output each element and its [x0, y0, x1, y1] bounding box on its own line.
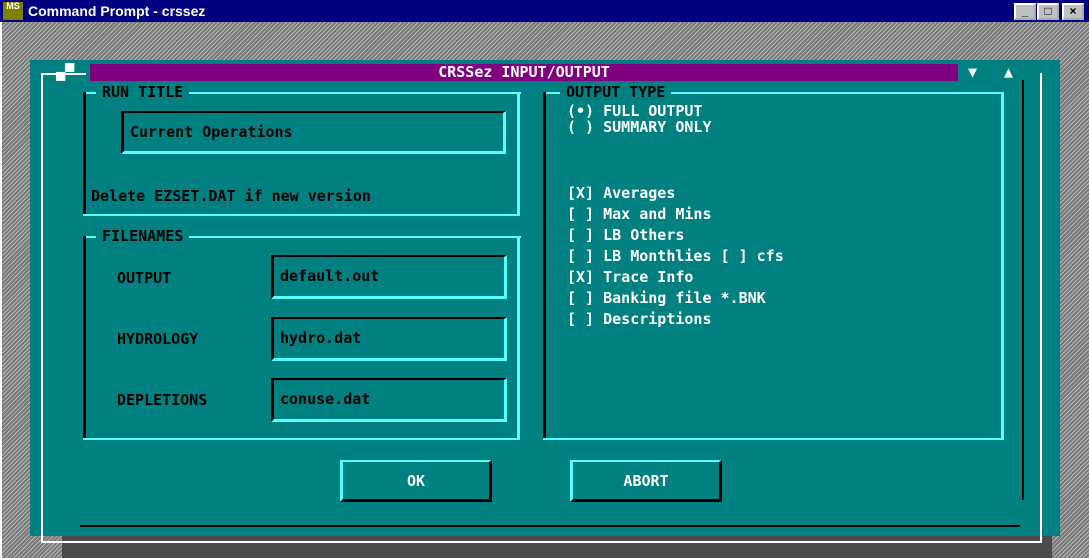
check-lb-others-box[interactable]: [ ] [567, 226, 594, 244]
check-max-and-mins-label: Max and Mins [603, 205, 712, 223]
dialog-frame [41, 541, 1041, 543]
dialog-scroll-track [80, 525, 1020, 527]
check-averages[interactable]: [X] Averages [567, 185, 675, 201]
check-trace-info[interactable]: [X] Trace Info [567, 269, 693, 285]
abort-button[interactable]: ABORT [570, 460, 722, 502]
output-type-group-border [543, 438, 1004, 440]
radio-summary-only-label: SUMMARY ONLY [603, 118, 712, 136]
dialog-frame [1040, 73, 1042, 543]
output-file-label: OUTPUT [117, 269, 172, 287]
check-descriptions-label: Descriptions [603, 310, 712, 328]
check-cfs[interactable]: [ ] cfs [721, 247, 784, 265]
restore-button[interactable]: □ [1037, 3, 1059, 20]
check-descriptions-box[interactable]: [ ] [567, 310, 594, 328]
check-trace-info-box[interactable]: [X] [567, 268, 594, 286]
run-title-label: RUN TITLE [96, 84, 190, 101]
check-banking-file[interactable]: [ ] Banking file *.BNK [567, 290, 766, 306]
ok-button[interactable]: OK [340, 460, 492, 502]
output-type-group-border [543, 92, 546, 440]
check-lb-monthlies[interactable]: [ ] LB Monthlies [ ] cfs [567, 248, 784, 264]
run-title-group-border [83, 214, 520, 216]
dialog-scroll-track [1022, 80, 1024, 500]
check-max-and-mins[interactable]: [ ] Max and Mins [567, 206, 712, 222]
check-averages-label: Averages [603, 184, 676, 202]
hydrology-file-label: HYDROLOGY [117, 330, 199, 348]
run-title-group-border [517, 92, 520, 216]
radio-full-output[interactable]: (•) FULL OUTPUT [567, 103, 702, 119]
check-lb-monthlies-label: LB Monthlies [603, 247, 712, 265]
window-title: Command Prompt - crssez [28, 3, 206, 19]
dialog-frame [41, 73, 43, 543]
run-title-group-border [83, 92, 86, 216]
dialog-shadow [62, 536, 1052, 558]
run-title-input[interactable]: Current Operations [121, 111, 506, 154]
check-lb-others[interactable]: [ ] LB Others [567, 227, 684, 243]
check-trace-info-label: Trace Info [603, 268, 694, 286]
minimize-button[interactable]: _ [1014, 3, 1036, 20]
hydrology-file-input[interactable]: hydro.dat [271, 317, 507, 361]
check-banking-file-box[interactable]: [ ] [567, 289, 594, 307]
output-type-label: OUTPUT TYPE [560, 84, 672, 101]
dialog-maximize-control[interactable]: ▲ [1004, 64, 1013, 81]
run-title-hint: Delete EZSET.DAT if new version [91, 187, 371, 205]
depletions-file-input[interactable]: conuse.dat [271, 378, 507, 422]
check-averages-box[interactable]: [X] [567, 184, 594, 202]
filenames-label: FILENAMES [96, 228, 190, 245]
check-lb-monthlies-box[interactable]: [ ] [567, 247, 594, 265]
filenames-group-border [83, 236, 86, 440]
dialog-minimize-control[interactable]: ▼ [968, 64, 977, 81]
window-title-bar[interactable]: MS Command Prompt - crssez _ □ × [0, 0, 1089, 22]
radio-summary-only[interactable]: ( ) SUMMARY ONLY [567, 119, 712, 135]
filenames-group-border [517, 236, 520, 440]
output-file-input[interactable]: default.out [271, 255, 507, 299]
msdos-app-icon[interactable]: MS [3, 2, 23, 20]
dialog-title: CRSSez INPUT/OUTPUT [90, 64, 958, 81]
dialog-close-control[interactable]: ▄▀ [56, 64, 74, 81]
radio-summary-only-mark[interactable]: ( ) [567, 118, 594, 136]
close-button[interactable]: × [1062, 3, 1084, 20]
output-type-group-border [1001, 92, 1004, 440]
check-max-and-mins-box[interactable]: [ ] [567, 205, 594, 223]
check-descriptions[interactable]: [ ] Descriptions [567, 311, 712, 327]
depletions-file-label: DEPLETIONS [117, 391, 208, 409]
check-lb-others-label: LB Others [603, 226, 685, 244]
filenames-group-border [83, 438, 520, 440]
check-banking-file-label: Banking file *.BNK [603, 289, 766, 307]
